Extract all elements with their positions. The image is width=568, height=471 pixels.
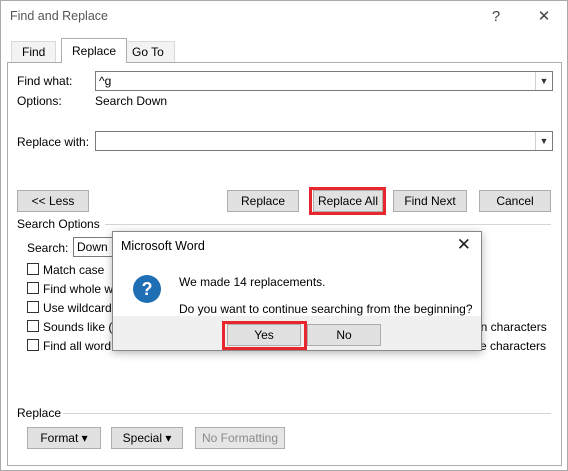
search-options-title: Search Options [17,217,100,231]
dialog-close-icon[interactable]: ✕ [457,235,471,255]
special-button[interactable]: Special ▾ [111,427,183,449]
sounds-like-checkbox[interactable] [27,320,39,332]
find-whole-words-checkbox[interactable] [27,282,39,294]
match-case-label: Match case [43,263,105,277]
dialog-body: ? We made 14 replacements. Do you want t… [113,260,481,316]
dialog-message-replacements: We made 14 replacements. [179,275,326,289]
find-what-combobox[interactable]: ^g ▼ [95,71,553,91]
microsoft-word-dialog: Microsoft Word ✕ ? We made 14 replacemen… [112,231,482,351]
dialog-message-continue: Do you want to continue searching from t… [179,302,473,316]
yes-button[interactable]: Yes [227,324,301,346]
replace-section-divider [63,413,551,414]
search-options-divider [105,224,551,225]
find-what-value: ^g [99,74,112,88]
use-wildcards-checkbox[interactable] [27,301,39,313]
find-all-word-forms-label: Find all word [43,339,112,353]
help-icon[interactable]: ? [481,5,511,29]
tab-go-to[interactable]: Go To [121,41,175,63]
question-icon: ? [133,275,161,303]
search-label: Search: [27,241,69,255]
search-direction-value: Down [77,240,108,254]
find-what-label: Find what: [17,74,73,88]
tab-replace[interactable]: Replace [61,38,128,63]
replace-all-button[interactable]: Replace All [313,190,383,212]
close-icon[interactable]: ✕ [529,5,559,29]
find-whole-words-label: Find whole wo [43,282,120,296]
no-formatting-button: No Formatting [195,427,285,449]
options-label: Options: [17,94,62,108]
format-button[interactable]: Format ▾ [27,427,101,449]
find-next-button[interactable]: Find Next [393,190,467,212]
match-case-checkbox[interactable] [27,263,39,275]
ignore-punctuation-label-fragment: on characters [474,320,547,334]
tab-find[interactable]: Find [11,41,57,63]
cancel-button[interactable]: Cancel [479,190,551,212]
dialog-title-bar: Microsoft Word ✕ [113,232,481,260]
replace-with-combobox[interactable]: ▼ [95,131,553,151]
ignore-whitespace-label-fragment: ce characters [474,339,547,353]
window-title: Find and Replace [10,9,108,23]
options-value: Search Down [95,94,168,108]
no-button[interactable]: No [307,324,381,346]
dialog-title: Microsoft Word [121,239,205,253]
sounds-like-label: Sounds like (E [43,320,121,334]
chevron-down-icon[interactable]: ▼ [535,72,552,90]
find-all-word-forms-checkbox[interactable] [27,339,39,351]
replace-button[interactable]: Replace [227,190,299,212]
less-button[interactable]: << Less [17,190,89,212]
chevron-down-icon[interactable]: ▼ [535,132,552,150]
replace-section-title: Replace [17,406,62,420]
replace-with-label: Replace with: [17,135,90,149]
title-bar: Find and Replace ? ✕ [1,1,567,33]
find-replace-window: Find and Replace ? ✕ Find Replace Go To … [0,0,568,471]
use-wildcards-label: Use wildcards [43,301,118,315]
